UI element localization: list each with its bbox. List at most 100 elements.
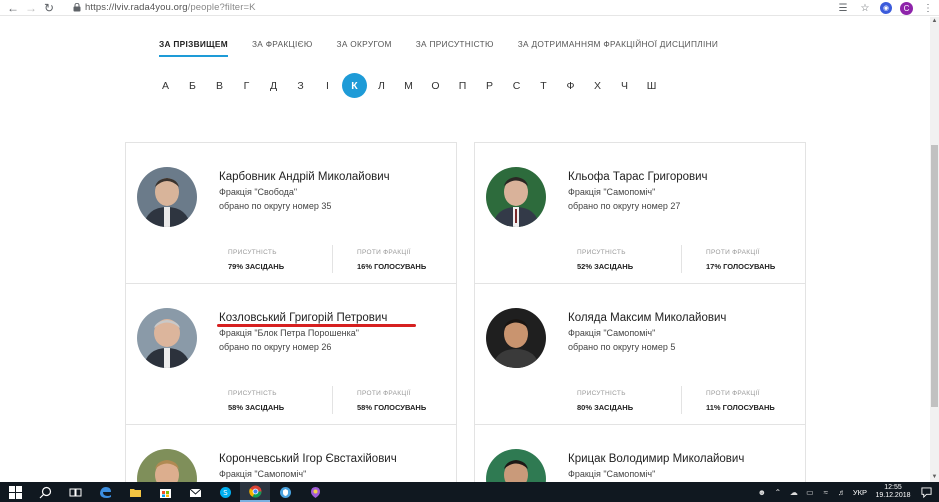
deputy-name[interactable]: Кльофа Тарас Григорович — [568, 171, 708, 183]
attendance-value: 79% ЗАСІДАНЬ — [228, 262, 285, 271]
deputy-card[interactable]: Карбовник Андрій Миколайович Фракція "Св… — [125, 142, 457, 284]
windows-taskbar: S ☻ ⌃ ☁ ▭ ≈ ♬ УКР 12:55 19.12.2018 — [0, 482, 939, 502]
star-icon[interactable]: ☆ — [858, 1, 872, 15]
edge-browser-icon[interactable] — [90, 482, 120, 502]
stats-divider — [681, 386, 682, 414]
against-faction-label: ПРОТИ ФРАКЦІЇ — [706, 249, 760, 256]
reload-icon[interactable]: ↻ — [40, 0, 58, 16]
wifi-icon[interactable]: ≈ — [821, 488, 831, 497]
letter-f[interactable]: Ф — [557, 75, 584, 97]
letter-i[interactable]: І — [314, 75, 341, 97]
paint-app-icon[interactable] — [300, 482, 330, 502]
red-underline-annotation — [217, 324, 416, 327]
system-tray: ☻ ⌃ ☁ ▭ ≈ ♬ УКР 12:55 19.12.2018 — [757, 482, 939, 502]
attendance-label: ПРИСУТНІСТЬ — [228, 249, 277, 256]
deputy-faction: Фракція "Самопоміч" — [219, 469, 307, 479]
windows-start-icon[interactable] — [0, 482, 30, 502]
deputy-district: обрано по округу номер 27 — [568, 201, 681, 211]
attendance-value: 58% ЗАСІДАНЬ — [228, 403, 285, 412]
page-scrollbar[interactable]: ▲ ▼ — [930, 17, 939, 482]
deputy-photo[interactable] — [486, 167, 546, 227]
letter-d[interactable]: Д — [260, 75, 287, 97]
clock[interactable]: 12:55 19.12.2018 — [873, 484, 913, 500]
battery-icon[interactable]: ▭ — [805, 488, 815, 497]
letter-sh[interactable]: Ш — [638, 75, 665, 97]
deputy-name[interactable]: Карбовник Андрій Миколайович — [219, 171, 390, 183]
volume-icon[interactable]: ♬ — [837, 488, 847, 497]
deputy-card[interactable]: Кльофа Тарас Григорович Фракція "Самопом… — [474, 142, 806, 284]
letter-s[interactable]: С — [503, 75, 530, 97]
letter-b[interactable]: Б — [179, 75, 206, 97]
deputy-faction: Фракція "Самопоміч" — [568, 469, 656, 479]
attendance-label: ПРИСУТНІСТЬ — [228, 390, 277, 397]
deputy-card[interactable]: Корончевський Ігор Євстахійович Фракція … — [125, 424, 457, 502]
deputy-photo[interactable] — [137, 167, 197, 227]
shield-app-icon[interactable] — [270, 482, 300, 502]
profile-avatar[interactable]: C — [900, 1, 913, 15]
task-view-icon[interactable] — [60, 482, 90, 502]
forward-arrow-icon[interactable]: → — [22, 0, 40, 16]
deputy-photo[interactable] — [486, 308, 546, 368]
deputy-photo[interactable] — [137, 308, 197, 368]
chevron-up-icon[interactable]: ⌃ — [773, 488, 783, 497]
tab-by-surname[interactable]: ЗА ПРІЗВИЩЕМ — [159, 39, 228, 57]
search-icon[interactable] — [30, 482, 60, 502]
back-arrow-icon[interactable]: ← — [4, 0, 22, 16]
deputy-card[interactable]: Крицак Володимир Миколайович Фракція "Са… — [474, 424, 806, 502]
letter-ch[interactable]: Ч — [611, 75, 638, 97]
letter-v[interactable]: В — [206, 75, 233, 97]
attendance-label: ПРИСУТНІСТЬ — [577, 390, 626, 397]
alphabet-filter: А Б В Г Д З І К Л М О П Р С Т Ф Х Ч Ш — [152, 73, 665, 98]
deputy-faction: Фракція "Свобода" — [219, 187, 298, 197]
filter-tabs: ЗА ПРІЗВИЩЕМ ЗА ФРАКЦІЄЮ ЗА ОКРУГОМ ЗА П… — [159, 39, 742, 57]
letter-a[interactable]: А — [152, 75, 179, 97]
scroll-thumb[interactable] — [931, 145, 938, 407]
deputy-faction: Фракція "Самопоміч" — [568, 187, 656, 197]
mail-icon[interactable] — [180, 482, 210, 502]
letter-l[interactable]: Л — [368, 75, 395, 97]
tab-by-district[interactable]: ЗА ОКРУГОМ — [337, 39, 392, 57]
deputy-card[interactable]: Коляда Максим Миколайович Фракція "Самоп… — [474, 283, 806, 425]
tab-by-discipline[interactable]: ЗА ДОТРИМАННЯМ ФРАКЦІЙНОЇ ДИСЦИПЛІНИ — [518, 39, 718, 57]
tab-by-attendance[interactable]: ЗА ПРИСУТНІСТЮ — [416, 39, 494, 57]
deputy-name[interactable]: Корончевський Ігор Євстахійович — [219, 453, 397, 465]
deputy-district: обрано по округу номер 26 — [219, 342, 332, 352]
cloud-icon[interactable]: ☁ — [789, 488, 799, 497]
letter-t[interactable]: Т — [530, 75, 557, 97]
letter-z[interactable]: З — [287, 75, 314, 97]
letter-r[interactable]: Р — [476, 75, 503, 97]
url-path: /people?filter=K — [187, 2, 256, 13]
notifications-icon[interactable] — [919, 485, 933, 499]
chrome-icon[interactable] — [240, 482, 270, 502]
letter-o[interactable]: О — [422, 75, 449, 97]
lock-icon[interactable] — [72, 0, 82, 16]
scroll-up-arrow-icon[interactable]: ▲ — [930, 17, 939, 26]
clock-time: 12:55 — [884, 484, 902, 491]
against-faction-label: ПРОТИ ФРАКЦІЇ — [357, 390, 411, 397]
deputy-name[interactable]: Коляда Максим Миколайович — [568, 312, 726, 324]
against-faction-value: 17% ГОЛОСУВАНЬ — [706, 262, 776, 271]
menu-dots-icon[interactable]: ⋮ — [921, 1, 935, 15]
against-faction-value: 11% ГОЛОСУВАНЬ — [706, 403, 775, 412]
letter-m[interactable]: М — [395, 75, 422, 97]
deputy-name[interactable]: Козловський Григорій Петрович — [219, 312, 387, 324]
letter-p[interactable]: П — [449, 75, 476, 97]
address-bar[interactable]: https://lviv.rada4you.org/people?filter=… — [85, 2, 256, 13]
skype-icon[interactable]: S — [210, 482, 240, 502]
language-indicator[interactable]: УКР — [853, 488, 867, 497]
letter-h[interactable]: Г — [233, 75, 260, 97]
against-faction-label: ПРОТИ ФРАКЦІЇ — [706, 390, 760, 397]
letter-kh[interactable]: Х — [584, 75, 611, 97]
svg-text:S: S — [223, 489, 228, 497]
extension-icon[interactable]: ◉ — [880, 2, 892, 14]
translate-icon[interactable]: ☰ — [836, 1, 850, 15]
tab-by-faction[interactable]: ЗА ФРАКЦІЄЮ — [252, 39, 313, 57]
clock-date: 19.12.2018 — [875, 492, 911, 499]
scroll-down-arrow-icon[interactable]: ▼ — [930, 473, 939, 482]
file-explorer-icon[interactable] — [120, 482, 150, 502]
store-icon[interactable] — [150, 482, 180, 502]
deputy-name[interactable]: Крицак Володимир Миколайович — [568, 453, 744, 465]
people-icon[interactable]: ☻ — [757, 488, 767, 497]
letter-k-active[interactable]: К — [342, 73, 367, 98]
deputy-card-highlighted[interactable]: Козловський Григорій Петрович Фракція "Б… — [125, 283, 457, 425]
